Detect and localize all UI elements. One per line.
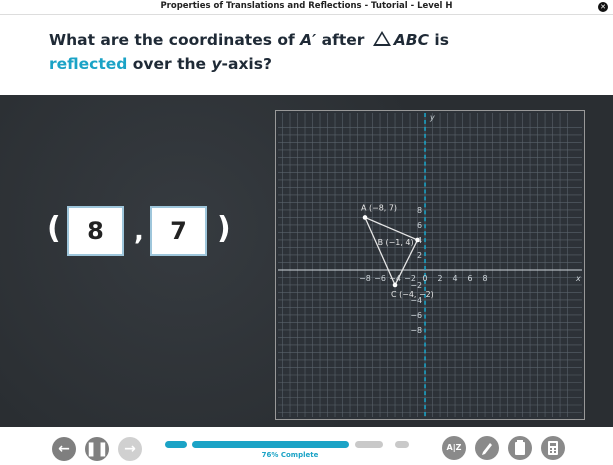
question-text-2: after [316,31,370,49]
y-tick-label: 8 [417,206,422,215]
x-tick-label: 4 [453,274,458,283]
vertex-label-b: B (−1, 4) [378,238,414,247]
triangle-symbol-icon [372,31,391,46]
coordinate-grid: −8−6−4−2024688642−2−4−6−8xyA (−8, 7)B (−… [275,110,585,420]
question-text-4: over the [127,55,212,73]
progress-bar [165,441,409,448]
axis-name: y [211,55,222,73]
vertex-c [392,282,398,288]
point-a-prime: A′ [300,31,317,49]
close-parenthesis: ) [217,211,231,246]
close-icon[interactable]: ✕ [598,2,608,12]
x-tick-label: 0 [423,274,428,283]
progress-segment [395,441,409,448]
arrow-left-icon[interactable]: ← [52,437,76,461]
y-coordinate-input[interactable]: 7 [150,206,207,256]
vertex-b [415,237,420,243]
question-text-3: is [428,31,449,49]
x-tick-label: −6 [374,274,386,283]
question-text-1: What are the coordinates of [49,31,301,49]
y-tick-label: 2 [417,251,422,260]
pencil-icon[interactable] [475,436,499,460]
glossary-term-reflected[interactable]: reflected [49,55,127,73]
progress-segment [165,441,187,448]
calculator-icon[interactable] [541,436,565,460]
triangle-name: ABC [393,31,429,49]
y-tick-label: −6 [410,311,422,320]
question-prompt: What are the coordinates of A′ after ABC… [49,28,589,76]
vertex-label-c: C (−4, −2) [391,290,434,299]
arrow-right-icon[interactable]: → [118,437,142,461]
clipboard-icon[interactable] [508,436,532,460]
glossary-icon[interactable]: A|Z [442,436,466,460]
y-tick-label: −8 [410,326,422,335]
x-tick-label: 6 [468,274,473,283]
x-tick-label: 8 [483,274,488,283]
question-text-5: -axis? [221,55,272,73]
y-tick-label: 6 [417,221,422,230]
x-axis-label: x [575,274,581,283]
progress-segment [355,441,383,448]
vertex-label-a: A (−8, 7) [361,204,397,213]
open-parenthesis: ( [47,211,61,246]
vertex-a [362,215,368,220]
y-axis-label: y [429,113,435,122]
y-tick-label: −2 [410,281,422,290]
pause-icon[interactable]: ❚❚ [85,437,109,461]
window-title-bar: Properties of Translations and Reflectio… [0,0,613,15]
x-tick-label: 2 [438,274,443,283]
coordinate-comma: , [134,217,144,247]
window-title: Properties of Translations and Reflectio… [160,1,453,11]
x-tick-label: −8 [359,274,371,283]
progress-label: 76% Complete [261,451,319,459]
x-coordinate-input[interactable]: 8 [67,206,124,256]
progress-segment [317,441,349,448]
